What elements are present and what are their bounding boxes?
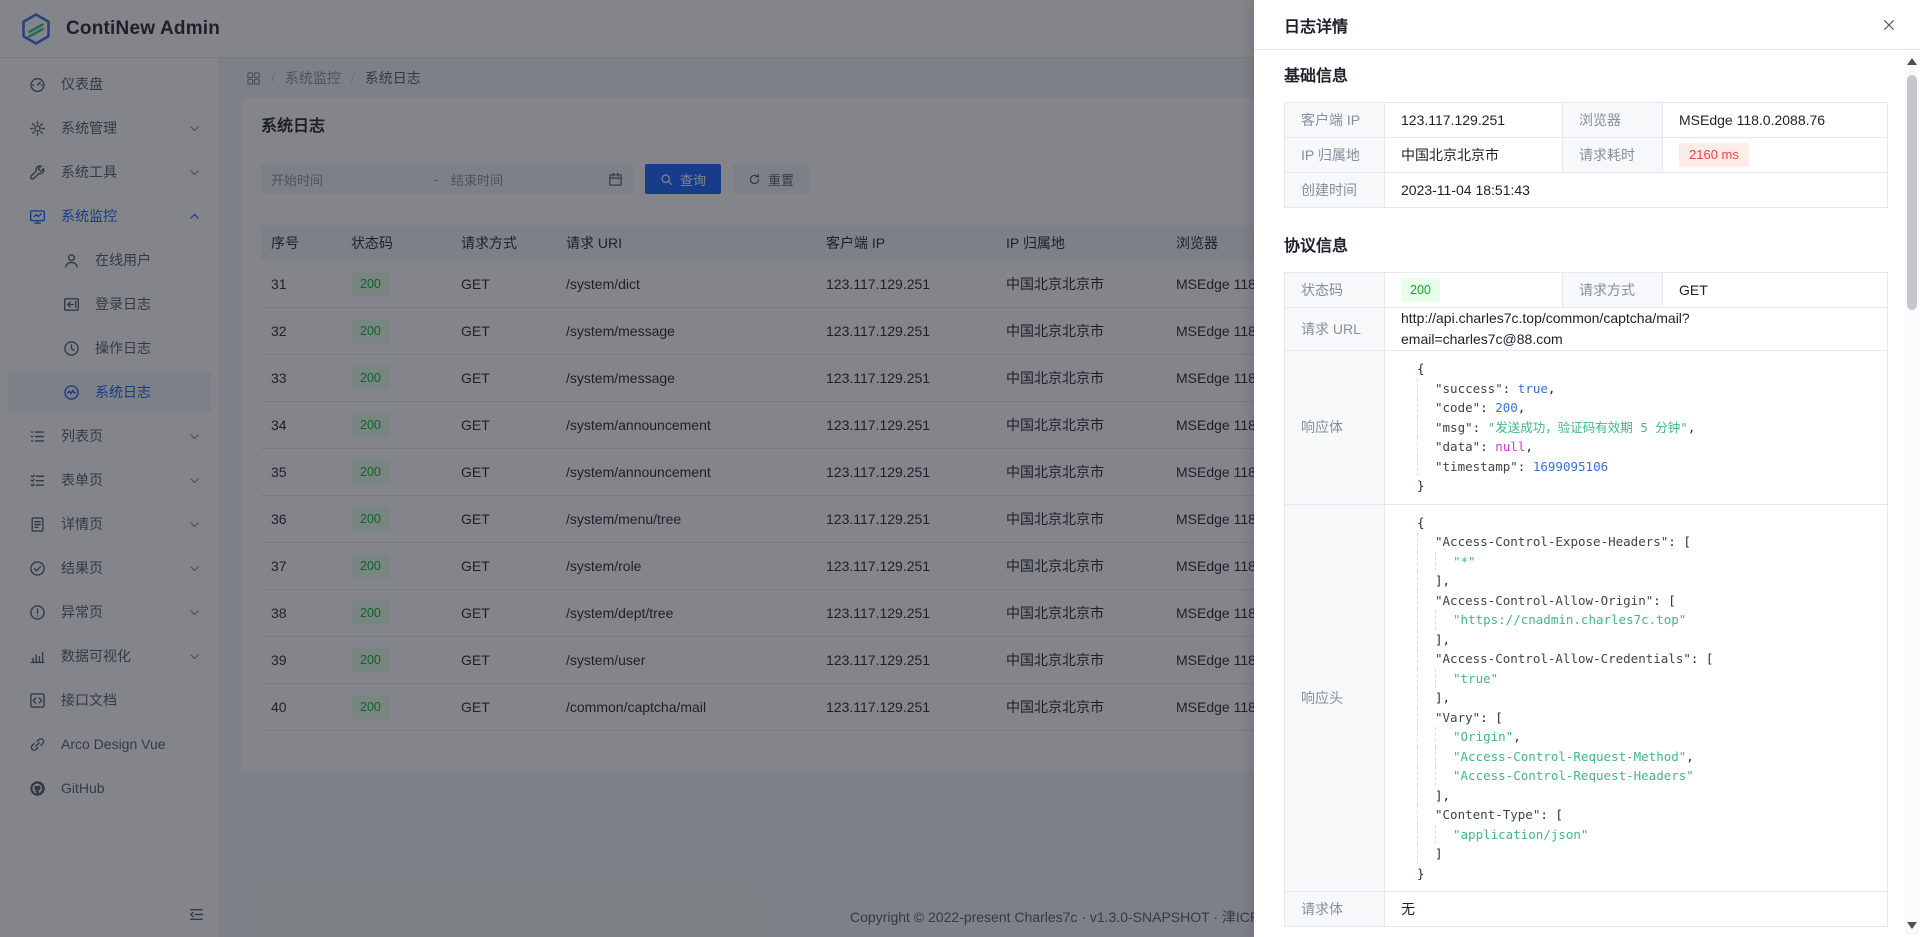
client-ip-value: 123.117.129.251 (1385, 103, 1563, 138)
table-row: 状态码 200 请求方式 GET (1285, 273, 1888, 308)
json-code-line: "Access-Control-Request-Method", (1417, 747, 1863, 767)
response-body-label: 响应体 (1285, 351, 1385, 505)
table-row: 响应头 {"Access-Control-Expose-Headers": ["… (1285, 504, 1888, 892)
json-code-line: "msg": "发送成功，验证码有效期 5 分钟", (1417, 418, 1863, 438)
json-code-line: ] (1417, 844, 1863, 864)
elapsed-value: 2160 ms (1663, 138, 1888, 173)
response-headers-json: {"Access-Control-Expose-Headers": ["*"],… (1401, 505, 1871, 892)
request-url-line1: http://api.charles7c.top/common/captcha/… (1401, 308, 1871, 329)
json-code-line: "timestamp": 1699095106 (1417, 457, 1863, 477)
table-row: 创建时间 2023-11-04 18:51:43 (1285, 173, 1888, 208)
drawer-body: 基础信息 客户端 IP 123.117.129.251 浏览器 MSEdge 1… (1254, 50, 1920, 937)
scrollbar-thumb[interactable] (1907, 75, 1917, 310)
request-url-line2: email=charles7c@88.com (1401, 329, 1871, 350)
request-method-value: GET (1663, 273, 1888, 308)
json-code-line: "Access-Control-Allow-Credentials": [ (1417, 649, 1863, 669)
elapsed-badge: 2160 ms (1679, 143, 1749, 167)
json-code-line: } (1417, 476, 1863, 496)
drawer-title: 日志详情 (1284, 13, 1348, 37)
table-row: 请求体 无 (1285, 892, 1888, 927)
json-code-line: "Access-Control-Request-Headers" (1417, 766, 1863, 786)
basic-info-table: 客户端 IP 123.117.129.251 浏览器 MSEdge 118.0.… (1284, 102, 1888, 208)
status-code-label: 状态码 (1285, 273, 1385, 308)
client-ip-label: 客户端 IP (1285, 103, 1385, 138)
browser-value: MSEdge 118.0.2088.76 (1663, 103, 1888, 138)
json-code-line: ], (1417, 688, 1863, 708)
json-code-line: ], (1417, 571, 1863, 591)
json-code-line: "true" (1417, 669, 1863, 689)
table-row: 客户端 IP 123.117.129.251 浏览器 MSEdge 118.0.… (1285, 103, 1888, 138)
request-body-label: 请求体 (1285, 892, 1385, 927)
table-row: IP 归属地 中国北京北京市 请求耗时 2160 ms (1285, 138, 1888, 173)
json-code-line: "data": null, (1417, 437, 1863, 457)
browser-label: 浏览器 (1563, 103, 1663, 138)
log-detail-drawer: 日志详情 基础信息 客户端 IP 123.117.129.251 浏览器 MSE… (1254, 0, 1920, 937)
drawer-header: 日志详情 (1254, 0, 1920, 50)
response-headers-label: 响应头 (1285, 504, 1385, 892)
basic-info-section-title: 基础信息 (1284, 66, 1876, 88)
json-code-line: "Access-Control-Expose-Headers": [ (1417, 532, 1863, 552)
json-code-line: "*" (1417, 552, 1863, 572)
request-body-value: 无 (1385, 892, 1888, 927)
json-code-line: } (1417, 864, 1863, 884)
json-code-line: "success": true, (1417, 379, 1863, 399)
drawer-scrollbar[interactable] (1905, 52, 1919, 935)
request-method-label: 请求方式 (1563, 273, 1663, 308)
response-body-json: {"success": true,"code": 200,"msg": "发送成… (1401, 351, 1871, 504)
json-code-line: "Access-Control-Allow-Origin": [ (1417, 591, 1863, 611)
close-icon[interactable] (1878, 14, 1900, 36)
json-code-line: "application/json" (1417, 825, 1863, 845)
created-time-label: 创建时间 (1285, 173, 1385, 208)
json-code-line: "Vary": [ (1417, 708, 1863, 728)
json-code-line: "Origin", (1417, 727, 1863, 747)
json-code-line: "https://cnadmin.charles7c.top" (1417, 610, 1863, 630)
created-time-value: 2023-11-04 18:51:43 (1385, 173, 1888, 208)
app-root: ContiNew Admin 仪表盘系统管理系统工具系统监控在线用户登录日志操作… (0, 0, 1920, 937)
json-code-line: { (1417, 359, 1863, 379)
request-url-label: 请求 URL (1285, 308, 1385, 351)
table-row: 请求 URL http://api.charles7c.top/common/c… (1285, 308, 1888, 351)
protocol-info-table: 状态码 200 请求方式 GET 请求 URL http://api.charl… (1284, 272, 1888, 927)
json-code-line: ], (1417, 630, 1863, 650)
response-headers-value: {"Access-Control-Expose-Headers": ["*"],… (1385, 504, 1888, 892)
request-url-value: http://api.charles7c.top/common/captcha/… (1385, 308, 1888, 351)
json-code-line: "code": 200, (1417, 398, 1863, 418)
status-badge: 200 (1401, 278, 1440, 302)
json-code-line: "Content-Type": [ (1417, 805, 1863, 825)
status-code-value: 200 (1385, 273, 1563, 308)
protocol-info-section-title: 协议信息 (1284, 236, 1876, 258)
json-code-line: ], (1417, 786, 1863, 806)
table-row: 响应体 {"success": true,"code": 200,"msg": … (1285, 351, 1888, 505)
response-body-value: {"success": true,"code": 200,"msg": "发送成… (1385, 351, 1888, 505)
scroll-up-arrow-icon[interactable] (1907, 58, 1917, 65)
json-code-line: { (1417, 513, 1863, 533)
scroll-down-arrow-icon[interactable] (1907, 922, 1917, 929)
ip-region-value: 中国北京北京市 (1385, 138, 1563, 173)
ip-region-label: IP 归属地 (1285, 138, 1385, 173)
elapsed-label: 请求耗时 (1563, 138, 1663, 173)
